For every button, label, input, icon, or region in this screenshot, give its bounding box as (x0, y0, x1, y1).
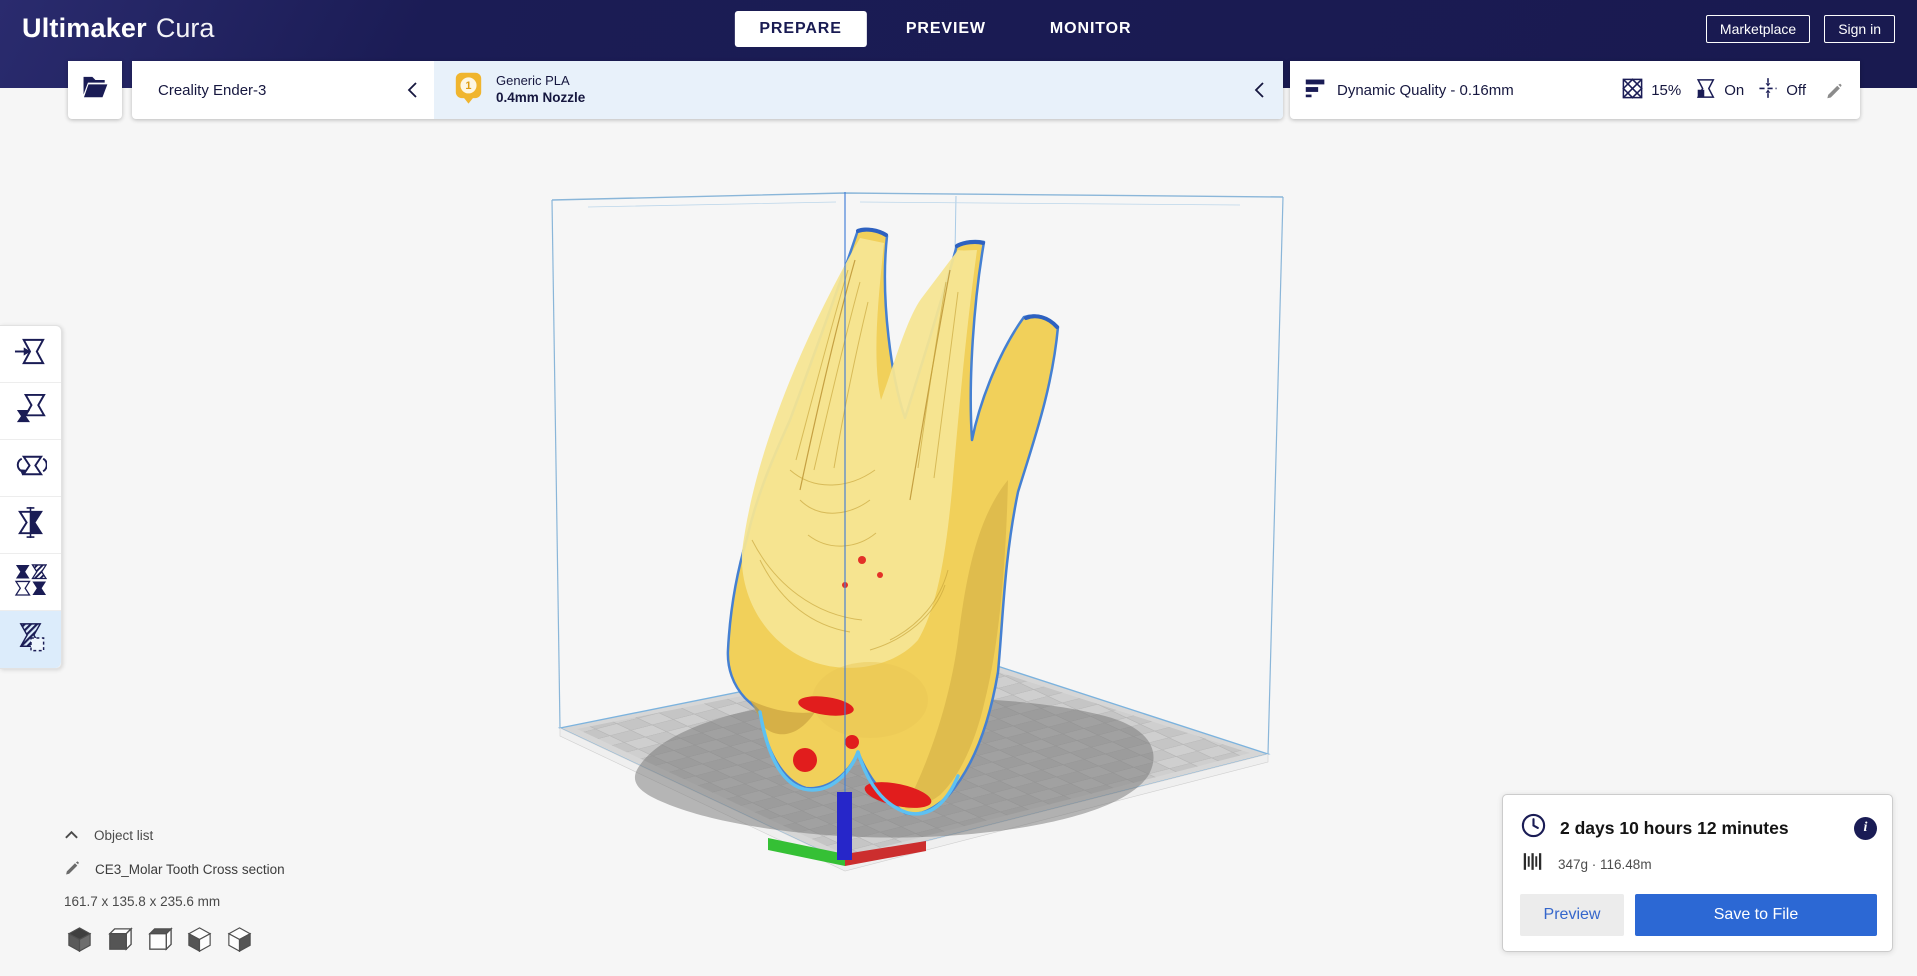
view-preset-toolbar (64, 924, 285, 955)
tool-sidebar (0, 325, 62, 669)
cura-window: Ultimaker Cura PREPARE PREVIEW MONITOR M… (0, 0, 1917, 976)
view-right-button[interactable] (224, 924, 255, 955)
print-settings-panel[interactable]: Dynamic Quality - 0.16mm 15% On Off (1290, 61, 1860, 119)
support-blocker-icon (14, 621, 47, 659)
per-model-settings-icon (14, 563, 48, 601)
infill-icon (1621, 77, 1644, 104)
rotate-tool-icon (14, 449, 48, 487)
logo-cura: Cura (155, 13, 215, 43)
object-dimensions: 161.7 x 135.8 x 235.6 mm (64, 894, 221, 909)
layers-profile-icon (1304, 76, 1327, 104)
view-top-button[interactable] (144, 924, 175, 955)
view-left-button[interactable] (184, 924, 215, 955)
tab-preview[interactable]: PREVIEW (881, 11, 1011, 47)
open-folder-icon (80, 74, 110, 106)
edit-settings-pencil-icon[interactable] (1825, 81, 1844, 100)
clock-icon (1520, 812, 1547, 844)
app-logo: Ultimaker Cura (22, 13, 214, 44)
printer-collapse-chevron-icon[interactable] (407, 81, 418, 99)
support-metric: On (1694, 77, 1744, 104)
material-selector[interactable]: 1 Generic PLA 0.4mm Nozzle (434, 61, 1283, 119)
infill-value: 15% (1651, 81, 1682, 99)
rename-pencil-icon (64, 859, 81, 879)
support-blocker-button[interactable] (0, 611, 61, 668)
object-list-toggle[interactable]: Object list (64, 828, 285, 843)
tab-prepare[interactable]: PREPARE (734, 10, 867, 47)
object-list-panel: Object list CE3_Molar Tooth Cross sectio… (64, 828, 285, 955)
printer-name: Creality Ender-3 (158, 81, 267, 99)
adhesion-metric: Off (1757, 76, 1806, 104)
print-job-panel: 2 days 10 hours 12 minutes i 347g · 116.… (1502, 794, 1893, 952)
marketplace-button[interactable]: Marketplace (1705, 14, 1811, 43)
material-collapse-chevron-icon[interactable] (1254, 81, 1265, 99)
logo-ultimaker: Ultimaker (22, 13, 147, 43)
material-name: Generic PLA (496, 73, 570, 89)
material-usage-icon (1522, 851, 1543, 877)
scale-tool-button[interactable] (0, 383, 61, 440)
profile-label: Dynamic Quality - 0.16mm (1337, 81, 1514, 99)
info-icon[interactable]: i (1854, 816, 1877, 840)
stage-tabs: PREPARE PREVIEW MONITOR (727, 0, 1163, 57)
extruder-number: 1 (465, 80, 471, 92)
mirror-tool-icon (14, 506, 47, 544)
object-name: CE3_Molar Tooth Cross section (95, 861, 285, 877)
tab-monitor[interactable]: MONITOR (1025, 11, 1157, 47)
object-list-item[interactable]: CE3_Molar Tooth Cross section (64, 859, 285, 879)
per-model-settings-button[interactable] (0, 554, 61, 611)
extruder-badge-icon: 1 (454, 71, 483, 109)
save-to-file-button[interactable]: Save to File (1635, 894, 1877, 936)
chevron-up-icon (64, 828, 79, 843)
support-icon (1694, 77, 1717, 104)
support-value: On (1724, 81, 1745, 99)
adhesion-value: Off (1786, 81, 1806, 99)
sign-in-button[interactable]: Sign in (1824, 14, 1895, 43)
printer-selector[interactable]: Creality Ender-3 (132, 61, 434, 119)
rotate-tool-button[interactable] (0, 440, 61, 497)
move-tool-button[interactable] (0, 326, 61, 383)
topbar-actions: Marketplace Sign in (1705, 14, 1895, 43)
infill-metric: 15% (1621, 77, 1681, 104)
mirror-tool-button[interactable] (0, 497, 61, 554)
settings-summary: 15% On Off (1621, 76, 1844, 104)
adhesion-icon (1757, 76, 1779, 104)
move-tool-icon (14, 335, 47, 373)
material-labels: Generic PLA 0.4mm Nozzle (496, 73, 585, 106)
view-3d-button[interactable] (64, 924, 95, 955)
machine-material-card: Creality Ender-3 1 Generic PLA 0.4mm Noz… (132, 61, 1283, 119)
scale-tool-icon (14, 392, 47, 430)
material-nozzle: 0.4mm Nozzle (496, 89, 586, 105)
open-file-button[interactable] (68, 61, 122, 119)
print-time-estimate: 2 days 10 hours 12 minutes (1560, 817, 1789, 838)
object-list-title: Object list (94, 828, 154, 843)
material-usage-estimate: 347g · 116.48m (1558, 856, 1652, 872)
view-front-button[interactable] (104, 924, 135, 955)
preview-button[interactable]: Preview (1520, 894, 1624, 936)
